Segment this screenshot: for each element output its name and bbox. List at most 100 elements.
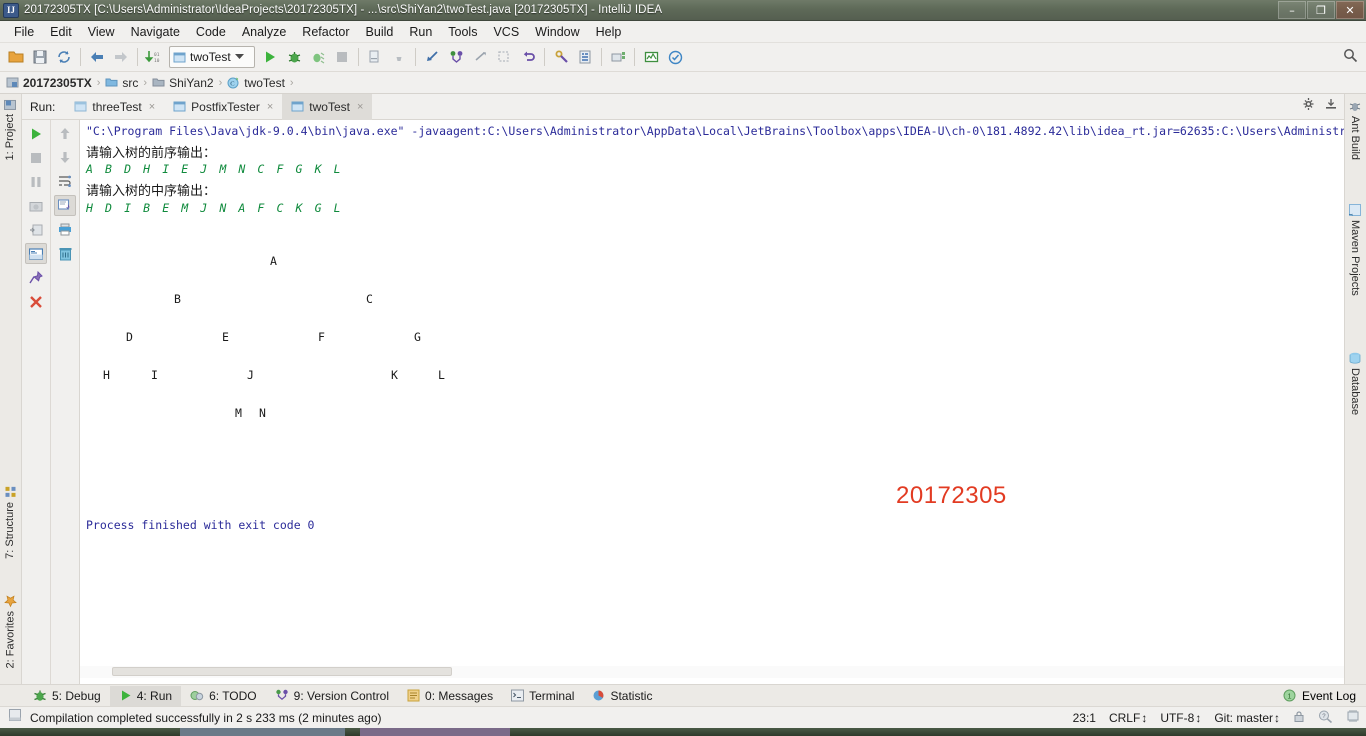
sidebar-item-database[interactable]: Database — [1349, 352, 1361, 415]
compile-icon[interactable]: 01 10 — [142, 45, 166, 69]
line-separator[interactable]: CRLF ↕ — [1109, 711, 1147, 725]
run-tab-twoTest[interactable]: twoTest × — [282, 93, 373, 120]
bottom-tab-messages[interactable]: 0: Messages — [398, 686, 502, 706]
tree-node-B: B — [174, 292, 181, 306]
stop-icon[interactable] — [330, 45, 354, 69]
menu-code[interactable]: Code — [188, 23, 234, 41]
open-folder-icon[interactable] — [4, 45, 28, 69]
close-button[interactable]: ✕ — [1336, 1, 1364, 19]
toolbar-separator-2 — [137, 48, 138, 66]
chevron-down-icon — [234, 54, 244, 59]
tree-node-C: C — [366, 292, 373, 306]
menu-vcs[interactable]: VCS — [485, 23, 527, 41]
tree-node-D: D — [126, 330, 133, 344]
menu-analyze[interactable]: Analyze — [234, 23, 294, 41]
inspector-icon[interactable]: ? — [1318, 709, 1333, 726]
scroll-down-icon[interactable] — [54, 147, 76, 168]
monitor-icon[interactable] — [639, 45, 663, 69]
bottom-tab-debug[interactable]: 5: Debug — [24, 686, 110, 706]
sidebar-item-favorites[interactable]: 2: Favorites — [4, 594, 17, 668]
console-horizontal-scrollbar[interactable] — [80, 666, 1344, 678]
debug-icon[interactable] — [282, 45, 306, 69]
breadcrumb-item-src[interactable]: src — [105, 76, 138, 90]
menu-build[interactable]: Build — [358, 23, 402, 41]
run-with-coverage-icon[interactable] — [306, 45, 330, 69]
git-branch[interactable]: Git: master ↕ — [1214, 711, 1280, 725]
back-arrow-icon[interactable] — [85, 45, 109, 69]
pause-icon[interactable] — [25, 171, 47, 192]
minimize-button[interactable]: – — [1278, 1, 1306, 19]
scroll-to-end-icon[interactable] — [54, 195, 77, 216]
maximize-button[interactable]: ❐ — [1307, 1, 1335, 19]
trash-icon[interactable] — [54, 243, 76, 264]
sidebar-item-maven-projects[interactable]: m Maven Projects — [1346, 204, 1361, 296]
scrollbar-thumb[interactable] — [112, 667, 452, 676]
run-configuration-selector[interactable]: twoTest — [169, 46, 255, 68]
revert-icon[interactable] — [516, 45, 540, 69]
menu-tools[interactable]: Tools — [440, 23, 485, 41]
bottom-tool-tabs: 5: Debug 4: Run 6: TODO 9: Version Contr… — [0, 684, 1366, 706]
event-log-icon: 1 — [1283, 689, 1296, 701]
close-icon[interactable]: × — [267, 101, 273, 113]
breadcrumb-item-class[interactable]: C twoTest — [227, 76, 285, 90]
sidebar-item-ant-build[interactable]: Ant Build — [1349, 100, 1361, 160]
settings-wrench-icon[interactable] — [549, 45, 573, 69]
commit-icon[interactable] — [444, 45, 468, 69]
menu-help[interactable]: Help — [588, 23, 630, 41]
menu-navigate[interactable]: Navigate — [123, 23, 188, 41]
rerun-icon[interactable] — [25, 123, 47, 144]
sync-icon[interactable] — [52, 45, 76, 69]
project-structure-icon[interactable] — [573, 45, 597, 69]
close-icon[interactable]: × — [149, 101, 155, 113]
run-console-output[interactable]: "C:\Program Files\Java\jdk-9.0.4\bin\jav… — [80, 120, 1344, 684]
push-icon[interactable] — [468, 45, 492, 69]
close-icon[interactable] — [25, 291, 47, 312]
close-icon[interactable]: × — [357, 101, 363, 113]
check-circle-icon[interactable] — [663, 45, 687, 69]
breadcrumb-item-project[interactable]: 20172305TX — [6, 76, 92, 90]
breadcrumb-item-package[interactable]: ShiYan2 — [152, 76, 214, 90]
bottom-tab-todo[interactable]: 6: TODO — [181, 686, 266, 706]
menu-run[interactable]: Run — [401, 23, 440, 41]
menu-file[interactable]: File — [6, 23, 42, 41]
history-icon[interactable] — [492, 45, 516, 69]
menu-window[interactable]: Window — [527, 23, 587, 41]
right-tool-strip: Ant Build m Maven Projects Database — [1344, 94, 1366, 684]
sdk-manager-icon[interactable] — [606, 45, 630, 69]
bottom-tab-statistic[interactable]: Statistic — [583, 686, 661, 706]
sidebar-item-project[interactable]: 1: Project — [4, 98, 16, 160]
run-icon[interactable] — [258, 45, 282, 69]
taskbar-item-1[interactable] — [180, 728, 345, 736]
taskbar-item-2[interactable] — [360, 728, 510, 736]
menu-view[interactable]: View — [80, 23, 123, 41]
pin-icon[interactable] — [25, 267, 47, 288]
thread-dump-icon[interactable] — [25, 219, 47, 240]
event-log-button[interactable]: 1 Event Log — [1282, 689, 1356, 703]
camera-icon[interactable] — [25, 195, 47, 216]
stop-icon[interactable] — [25, 147, 47, 168]
gear-icon[interactable] — [1302, 97, 1316, 116]
menu-refactor[interactable]: Refactor — [294, 23, 357, 41]
bottom-tab-run[interactable]: 4: Run — [109, 685, 182, 706]
update-project-icon[interactable] — [420, 45, 444, 69]
memory-icon[interactable] — [1346, 709, 1360, 726]
lock-icon[interactable] — [1293, 710, 1305, 726]
bottom-tab-terminal[interactable]: Terminal — [502, 686, 583, 706]
soft-wrap-icon[interactable] — [54, 171, 76, 192]
scroll-up-icon[interactable] — [54, 123, 76, 144]
file-encoding[interactable]: UTF-8 ↕ — [1160, 711, 1201, 725]
bottom-tab-version-control[interactable]: 9: Version Control — [266, 686, 398, 706]
attach-profiler-icon[interactable] — [387, 45, 411, 69]
print-icon[interactable] — [54, 219, 76, 240]
profile-icon[interactable] — [363, 45, 387, 69]
search-everywhere-icon[interactable] — [1343, 48, 1358, 66]
console-icon[interactable] — [25, 243, 48, 264]
caret-position[interactable]: 23:1 — [1073, 711, 1096, 725]
hide-icon[interactable] — [1324, 97, 1338, 116]
run-tab-threeTest[interactable]: threeTest × — [65, 94, 164, 120]
forward-arrow-icon[interactable] — [109, 45, 133, 69]
save-icon[interactable] — [28, 45, 52, 69]
sidebar-item-structure[interactable]: 7: Structure — [4, 486, 16, 559]
run-tab-PostfixTester[interactable]: PostfixTester × — [164, 94, 282, 120]
menu-edit[interactable]: Edit — [42, 23, 80, 41]
